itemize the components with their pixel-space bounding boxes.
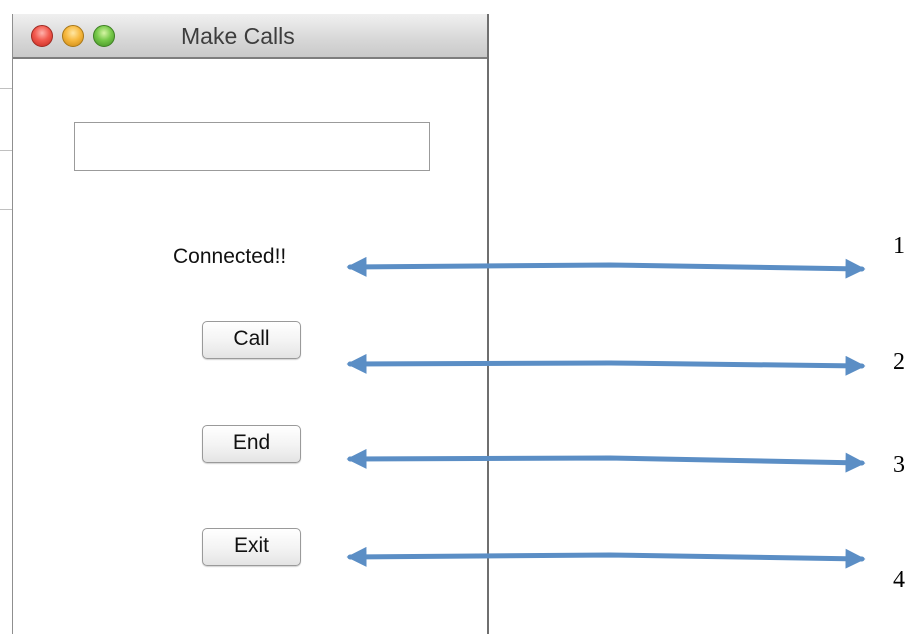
background-line bbox=[0, 150, 12, 151]
title-bar[interactable]: Make Calls bbox=[13, 14, 487, 59]
background-line bbox=[0, 88, 12, 89]
call-button[interactable]: Call bbox=[202, 321, 301, 359]
exit-button[interactable]: Exit bbox=[202, 528, 301, 566]
minimize-window-icon[interactable] bbox=[62, 25, 84, 47]
callout-number: 3 bbox=[893, 452, 905, 478]
close-window-icon[interactable] bbox=[31, 25, 53, 47]
connection-status: Connected!! bbox=[173, 245, 287, 268]
callout-number: 1 bbox=[893, 233, 905, 259]
end-button[interactable]: End bbox=[202, 425, 301, 463]
callout-number: 4 bbox=[893, 567, 905, 593]
callout-number: 2 bbox=[893, 349, 905, 375]
make-calls-window: Make Calls Connected!! Call End Exit bbox=[12, 14, 489, 634]
phone-number-input[interactable] bbox=[74, 122, 430, 171]
zoom-window-icon[interactable] bbox=[93, 25, 115, 47]
background-line bbox=[0, 209, 12, 210]
window-title: Make Calls bbox=[181, 23, 295, 49]
